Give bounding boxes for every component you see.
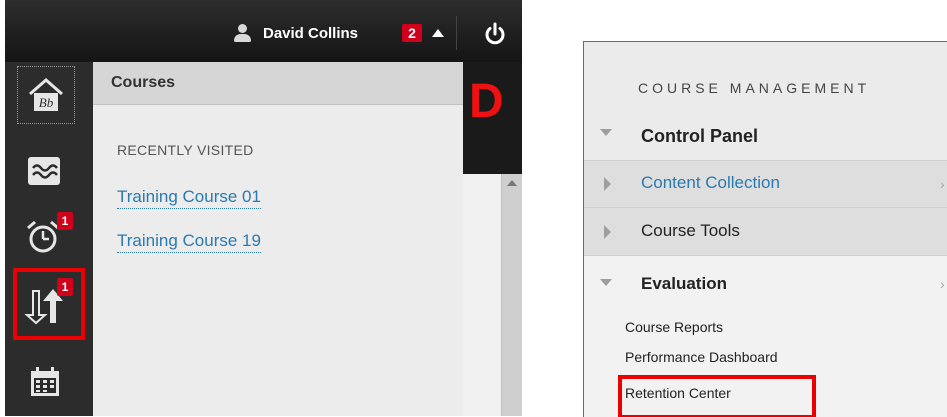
expanded-icon — [600, 279, 612, 286]
collapsed-icon — [604, 225, 611, 239]
scroll-up-icon[interactable] — [507, 180, 517, 186]
alarm-badge: 1 — [57, 212, 73, 230]
user-menu[interactable]: David Collins — [233, 24, 358, 42]
blackboard-panel: David Collins 2 Bb 1 1 Courses RECENTLY … — [5, 0, 522, 416]
menu-item-content-collection[interactable]: Content Collection › — [584, 160, 947, 208]
sidebar-item-calendar[interactable] — [17, 358, 75, 416]
menu-item-label: Evaluation — [641, 274, 727, 293]
expanded-icon — [600, 129, 612, 136]
sidebar: Bb 1 1 — [5, 62, 93, 416]
calendar-icon — [31, 367, 59, 396]
divider — [456, 16, 457, 50]
menu-item-label[interactable]: Content Collection — [641, 173, 780, 193]
recently-visited-label: RECENTLY VISITED — [117, 142, 254, 158]
stream-icon — [28, 157, 60, 185]
highlight-box — [13, 268, 85, 340]
submenu-performance-dashboard[interactable]: Performance Dashboard — [625, 349, 778, 365]
chevron-right-icon: › — [940, 176, 945, 192]
chevron-right-icon: › — [940, 276, 945, 292]
course-link[interactable]: Training Course 01 — [117, 186, 261, 209]
sidebar-item-home[interactable]: Bb — [17, 66, 75, 124]
notification-badge[interactable]: 2 — [402, 24, 422, 42]
sidebar-item-stream[interactable] — [17, 142, 75, 200]
caret-up-icon[interactable] — [432, 29, 444, 37]
user-name: David Collins — [263, 24, 359, 42]
collapsed-icon — [604, 177, 611, 191]
top-bar: David Collins 2 — [5, 0, 522, 62]
course-link[interactable]: Training Course 19 — [117, 230, 261, 253]
submenu-course-reports[interactable]: Course Reports — [625, 319, 723, 335]
menu-item-label: Course Tools — [641, 221, 740, 240]
home-icon: Bb — [29, 78, 63, 111]
sidebar-item-alarm[interactable]: 1 — [17, 206, 75, 264]
course-management-title: COURSE MANAGEMENT — [638, 80, 871, 96]
menu-item-label: Control Panel — [641, 126, 759, 146]
flyout-title: Courses — [111, 74, 176, 91]
course-management-panel: COURSE MANAGEMENT Control Panel Content … — [583, 41, 947, 417]
menu-item-course-tools[interactable]: Course Tools — [584, 207, 947, 256]
user-icon — [233, 24, 253, 42]
logo-fragment: D — [469, 75, 504, 128]
svg-text:Bb: Bb — [39, 95, 54, 110]
power-icon[interactable] — [483, 22, 507, 46]
flyout-header: Courses — [93, 62, 463, 105]
scrollbar[interactable] — [501, 174, 522, 416]
background-banner: D — [463, 62, 522, 174]
menu-item-control-panel[interactable]: Control Panel — [584, 104, 947, 160]
courses-flyout: Courses RECENTLY VISITED Training Course… — [93, 62, 463, 416]
highlight-box — [618, 375, 816, 417]
course-management-header: COURSE MANAGEMENT — [584, 42, 947, 104]
background-page: D — [463, 62, 522, 416]
